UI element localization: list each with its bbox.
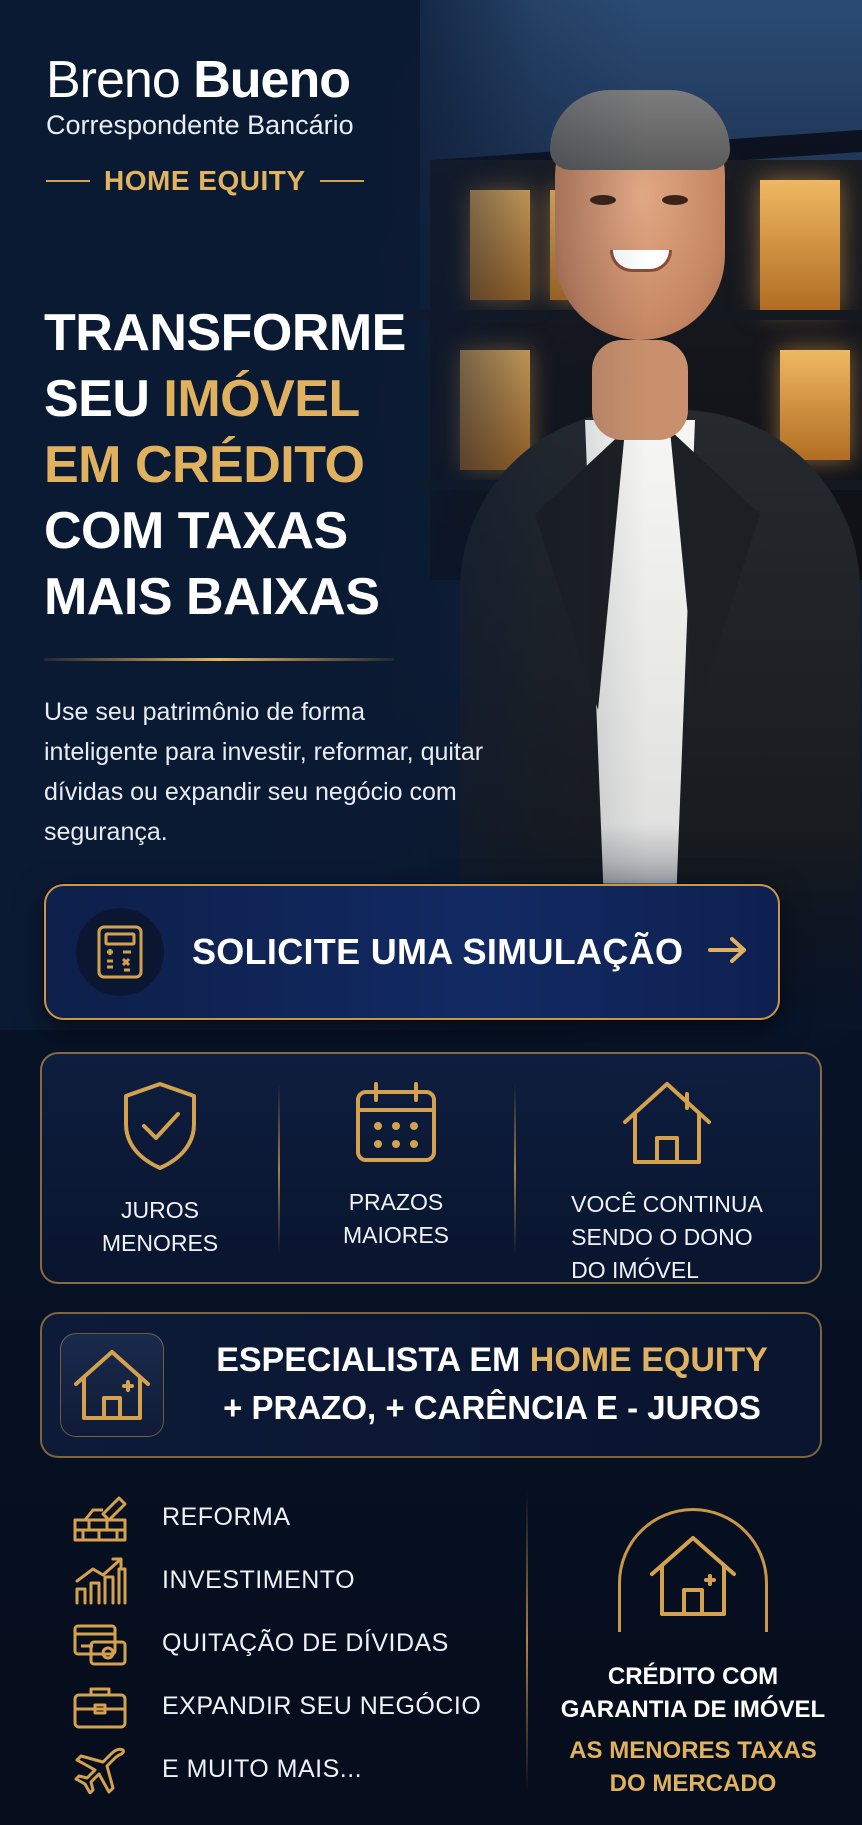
brand-name: Breno Bueno [46,52,406,108]
brand-first-name: Breno [46,51,181,109]
calendar-icon [354,1080,438,1168]
benefit-ownership: VOCÊ CONTINUA SENDO O DONO DO IMÓVEL [514,1054,820,1283]
headline-line-2-gold: IMÓVEL [163,370,360,428]
guarantee-badge: CRÉDITO COM GARANTIA DE IMÓVEL AS MENORE… [548,1508,838,1800]
lead-text: Use seu patrimônio de forma inteligente … [44,698,484,846]
money-card-icon [72,1619,128,1669]
specialist-title: ESPECIALISTA EM HOME EQUITY [164,1337,820,1383]
use-label: INVESTIMENTO [162,1566,356,1594]
brand-tag-text: HOME EQUITY [104,165,306,196]
specialist-subtitle: + PRAZO, + CARÊNCIA E - JUROS [223,1389,761,1426]
headline-line-2-white: SEU [44,370,164,428]
benefits-card: JUROS MENORES PRAZOS MAIORES VOCÊ CONTIN… [40,1052,822,1284]
tag-divider-right [319,180,364,182]
benefit-label: PRAZOS MAIORES [342,1189,450,1248]
house-icon [621,1080,713,1170]
benefit-lower-interest: JUROS MENORES [42,1054,278,1282]
list-item: EXPANDIR SEU NEGÓCIO [72,1675,512,1738]
house-icon [618,1508,768,1632]
airplane-icon [72,1745,128,1795]
brand-block: Breno Bueno Correspondente Bancário HOME… [46,52,406,197]
benefit-label: VOCÊ CONTINUA SENDO O DONO DO IMÓVEL [571,1191,763,1283]
vertical-divider [526,1492,528,1792]
brand-tag: HOME EQUITY [46,165,406,197]
brand-subtitle: Correspondente Bancário [46,110,354,140]
list-item: E MUITO MAIS... [72,1738,512,1801]
page: Breno Bueno Correspondente Bancário HOME… [0,0,862,1825]
headline-line-2: SEU IMÓVEL [44,366,464,432]
use-label: REFORMA [162,1503,291,1531]
badge-title: CRÉDITO COM GARANTIA DE IMÓVEL [560,1663,826,1723]
specialist-title-gold: HOME EQUITY [529,1341,768,1379]
tag-divider-left [46,180,90,182]
growth-chart-icon [72,1556,128,1606]
house-icon [60,1333,164,1437]
brick-trowel-icon [72,1493,128,1543]
list-item: REFORMA [72,1486,512,1549]
calculator-icon [76,908,164,996]
badge-highlight: AS MENORES TAXAS DO MERCADO [569,1737,817,1797]
uses-list: REFORMA INVESTIMENTO QUITAÇÃO DE DÍVIDAS… [72,1486,512,1801]
headline-line-1: TRANSFORME [44,304,406,362]
list-item: INVESTIMENTO [72,1549,512,1612]
cta-label: SOLICITE UMA SIMULAÇÃO [192,931,684,972]
headline-line-4: COM TAXAS [44,502,348,560]
specialist-title-white: ESPECIALISTA EM [216,1341,530,1379]
specialist-card: ESPECIALISTA EM HOME EQUITY + PRAZO, + C… [40,1312,822,1458]
use-label: EXPANDIR SEU NEGÓCIO [162,1692,482,1720]
headline-line-3: EM CRÉDITO [44,436,365,494]
benefit-label: JUROS MENORES [101,1197,219,1256]
use-label: E MUITO MAIS... [162,1755,363,1783]
briefcase-icon [72,1682,128,1732]
headline: TRANSFORME SEU IMÓVEL EM CRÉDITO COM TAX… [44,300,464,630]
specialist-text: ESPECIALISTA EM HOME EQUITY + PRAZO, + C… [164,1337,820,1433]
list-item: QUITAÇÃO DE DÍVIDAS [72,1612,512,1675]
simulation-cta-button[interactable]: SOLICITE UMA SIMULAÇÃO [44,884,780,1020]
benefit-longer-terms: PRAZOS MAIORES [278,1054,514,1282]
brand-last-name: Bueno [193,51,351,109]
arrow-right-icon [707,935,749,969]
shield-check-icon [120,1080,200,1176]
headline-divider [44,658,394,661]
headline-line-5: MAIS BAIXAS [44,568,380,626]
use-label: QUITAÇÃO DE DÍVIDAS [162,1629,449,1657]
